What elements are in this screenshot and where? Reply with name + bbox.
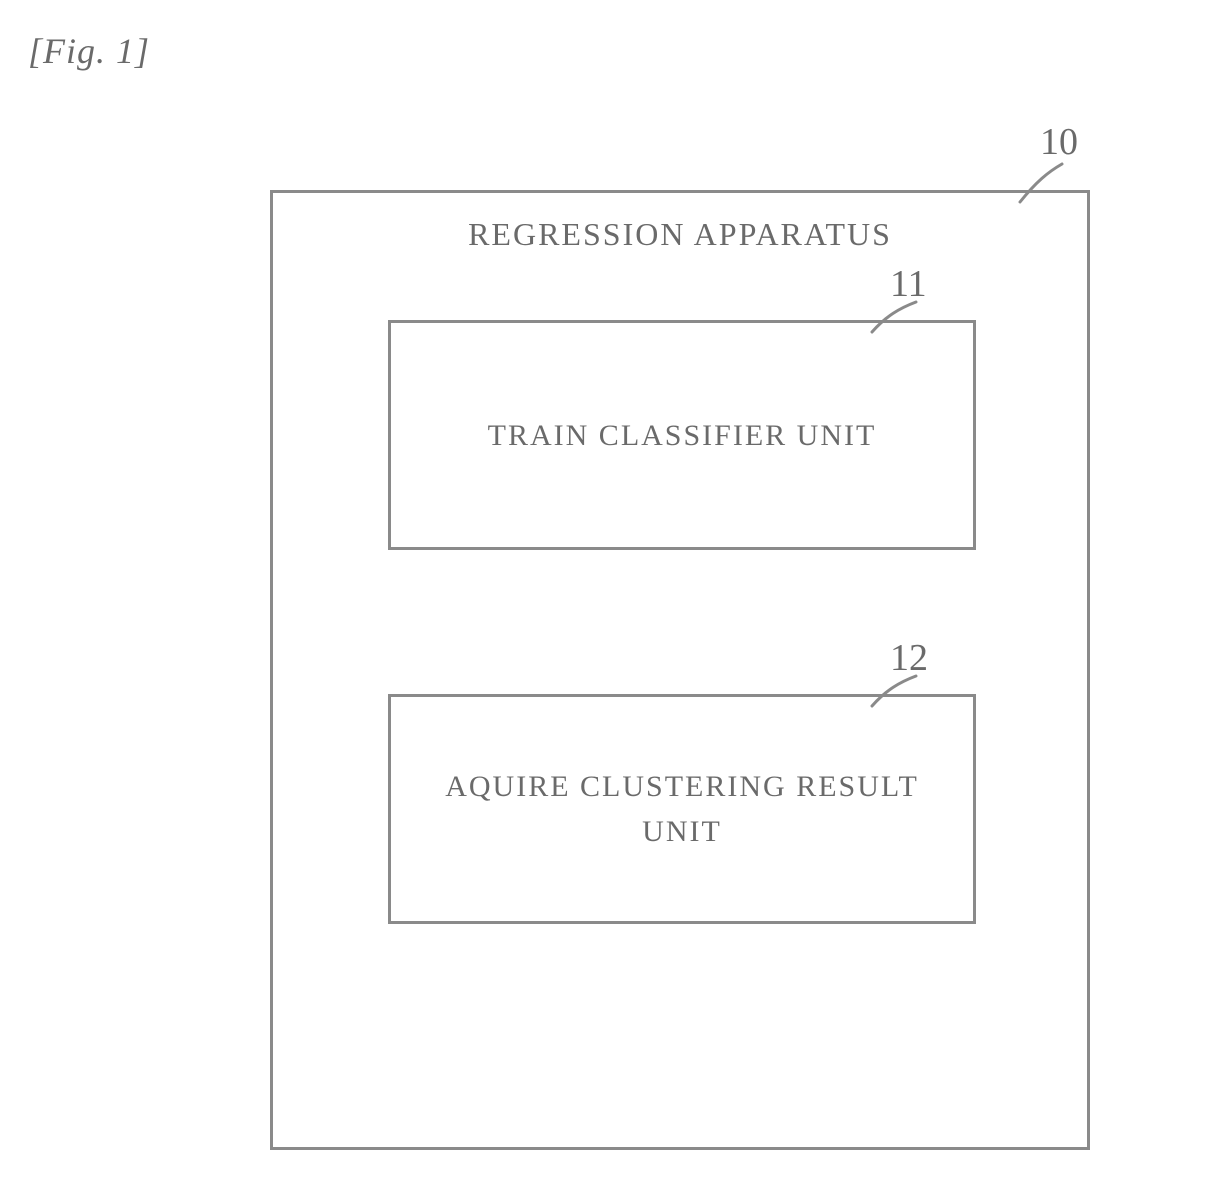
figure-page: [Fig. 1] 10 REGRESSION APPARATUS 11 TRAI… — [0, 0, 1221, 1203]
unit-11-label: TRAIN CLASSIFIER UNIT — [488, 413, 877, 458]
acquire-clustering-result-unit-box: AQUIRE CLUSTERING RESULT UNIT — [388, 694, 976, 924]
apparatus-title: REGRESSION APPARATUS — [270, 216, 1090, 253]
train-classifier-unit-box: TRAIN CLASSIFIER UNIT — [388, 320, 976, 550]
apparatus-reference-number: 10 — [1040, 120, 1078, 164]
unit-12-label: AQUIRE CLUSTERING RESULT UNIT — [411, 764, 953, 854]
figure-label: [Fig. 1] — [28, 30, 150, 72]
